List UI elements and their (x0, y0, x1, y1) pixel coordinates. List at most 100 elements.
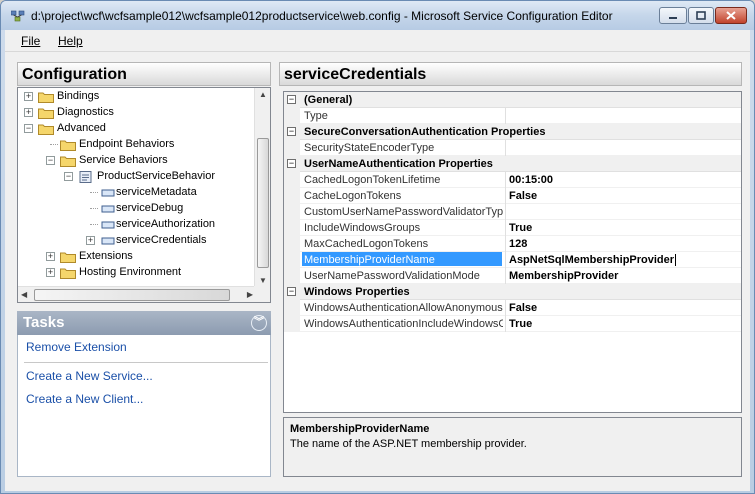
property-row[interactable]: MaxCachedLogonTokens 128 (284, 236, 741, 252)
tree-item-label: serviceCredentials (116, 234, 207, 246)
title-bar[interactable]: d:\project\wcf\wcfsample012\wcfsample012… (1, 1, 754, 30)
column-divider[interactable] (505, 300, 506, 316)
row-gutter (284, 172, 300, 188)
maximize-button[interactable] (688, 7, 714, 24)
property-row[interactable]: SecurityStateEncoderType (284, 140, 741, 156)
tasks-header: Tasks ︾ (17, 311, 271, 335)
property-value[interactable]: True (509, 222, 741, 234)
tree-item-label: Hosting Environment (79, 266, 182, 278)
tree-connector (90, 224, 98, 225)
tree-item-diagnostics[interactable]: + Diagnostics (18, 105, 254, 121)
property-value[interactable]: False (509, 302, 741, 314)
configuration-tree[interactable]: + Bindings + Diagnostics − Advanced Endpoint B… (17, 87, 271, 303)
property-name: WindowsAuthenticationIncludeWindowsGroup… (304, 318, 503, 330)
collapse-icon[interactable]: − (287, 95, 296, 104)
menu-file[interactable]: File (21, 34, 40, 48)
expand-icon[interactable]: + (24, 92, 33, 101)
column-divider[interactable] (505, 268, 506, 284)
menu-help[interactable]: Help (58, 34, 83, 48)
tree-item-service-behaviors[interactable]: − Service Behaviors (18, 153, 254, 169)
tree-item-advanced[interactable]: − Advanced (18, 121, 254, 137)
collapse-icon[interactable]: − (64, 172, 73, 181)
expand-icon[interactable]: + (46, 268, 55, 277)
property-row[interactable]: MembershipProviderName AspNetSqlMembershi… (284, 252, 741, 268)
collapse-icon[interactable]: − (24, 124, 33, 133)
category-label: Windows Properties (304, 286, 410, 298)
create-new-service-link[interactable]: Create a New Service... (26, 369, 153, 383)
collapse-icon[interactable]: − (46, 156, 55, 165)
column-divider[interactable] (505, 220, 506, 236)
expand-icon[interactable]: + (86, 236, 95, 245)
tree-item-product-service-behavior[interactable]: − ProductServiceBehavior (18, 169, 254, 185)
property-value-text: True (509, 222, 533, 234)
property-row[interactable]: Type (284, 108, 741, 124)
tree-horizontal-scrollbar[interactable]: ◀ ▶ (18, 286, 256, 302)
property-value[interactable]: MembershipProvider (509, 270, 741, 282)
property-category[interactable]: − SecureConversationAuthentication Proper… (284, 124, 741, 140)
scroll-down-icon[interactable]: ▼ (259, 276, 267, 285)
property-row[interactable]: WindowsAuthenticationAllowAnonymousLogon… (284, 300, 741, 316)
property-value[interactable]: False (509, 190, 741, 202)
tasks-panel: Remove Extension Create a New Service...… (17, 335, 271, 477)
tree-connector (90, 208, 98, 209)
column-divider[interactable] (505, 236, 506, 252)
folder-icon (60, 252, 76, 263)
property-row[interactable]: CacheLogonTokens False (284, 188, 741, 204)
property-category[interactable]: − (General) (284, 92, 741, 108)
collapse-icon[interactable]: − (287, 159, 296, 168)
expand-icon[interactable]: + (24, 108, 33, 117)
column-divider[interactable] (505, 108, 506, 124)
tree-connector (50, 144, 58, 145)
create-new-client-link[interactable]: Create a New Client... (26, 392, 143, 406)
folder-icon (60, 140, 76, 151)
tree-item-service-debug[interactable]: serviceDebug (18, 201, 254, 217)
tree-item-service-credentials[interactable]: + serviceCredentials (18, 233, 254, 249)
scroll-up-icon[interactable]: ▲ (259, 90, 267, 99)
property-row[interactable]: CustomUserNamePasswordValidatorType (284, 204, 741, 220)
property-row[interactable]: CachedLogonTokenLifetime 00:15:00 (284, 172, 741, 188)
property-value[interactable]: True (509, 318, 741, 330)
scroll-thumb-horizontal[interactable] (34, 289, 230, 301)
column-divider[interactable] (505, 172, 506, 188)
column-divider[interactable] (505, 316, 506, 332)
close-button[interactable] (715, 7, 747, 24)
collapse-icon[interactable]: − (287, 287, 296, 296)
column-divider[interactable] (505, 204, 506, 220)
property-value-editor[interactable]: AspNetSqlMembershipProvider (509, 254, 741, 267)
row-gutter (284, 252, 300, 268)
tree-item-label: serviceDebug (116, 202, 184, 214)
collapse-icon[interactable]: − (287, 127, 296, 136)
scroll-right-icon[interactable]: ▶ (247, 290, 253, 299)
property-name: CacheLogonTokens (304, 190, 402, 202)
tree-item-bindings[interactable]: + Bindings (18, 89, 254, 105)
property-grid[interactable]: − (General) Type − SecureConversationAuthent… (283, 91, 742, 413)
property-row[interactable]: WindowsAuthenticationIncludeWindowsGroup… (284, 316, 741, 332)
tree-item-service-authorization[interactable]: serviceAuthorization (18, 217, 254, 233)
property-value-text: 128 (509, 238, 528, 250)
remove-extension-link[interactable]: Remove Extension (26, 340, 127, 354)
property-name: MaxCachedLogonTokens (304, 238, 429, 250)
column-divider[interactable] (505, 188, 506, 204)
tree-vertical-scrollbar[interactable]: ▲ ▼ (254, 88, 270, 287)
property-value[interactable]: 128 (509, 238, 741, 250)
collapse-chevron-icon[interactable]: ︾ (251, 315, 267, 331)
column-divider[interactable] (505, 252, 506, 268)
property-category[interactable]: − Windows Properties (284, 284, 741, 300)
tree-viewport: + Bindings + Diagnostics − Advanced Endpoint B… (18, 88, 256, 287)
tree-item-endpoint-behaviors[interactable]: Endpoint Behaviors (18, 137, 254, 153)
property-value-text: False (509, 302, 538, 314)
scroll-thumb[interactable] (257, 138, 269, 268)
scroll-left-icon[interactable]: ◀ (21, 290, 27, 299)
property-category[interactable]: − UserNameAuthentication Properties (284, 156, 741, 172)
tree-item-extensions[interactable]: + Extensions (18, 249, 254, 265)
property-value[interactable]: 00:15:00 (509, 174, 741, 186)
property-row[interactable]: UserNamePasswordValidationMode Membership… (284, 268, 741, 284)
tree-item-hosting-environment[interactable]: + Hosting Environment (18, 265, 254, 281)
expand-icon[interactable]: + (46, 252, 55, 261)
property-row[interactable]: IncludeWindowsGroups True (284, 220, 741, 236)
row-gutter (284, 204, 300, 220)
tree-item-label: serviceAuthorization (116, 218, 216, 230)
minimize-button[interactable] (659, 7, 687, 24)
tree-item-service-metadata[interactable]: serviceMetadata (18, 185, 254, 201)
column-divider[interactable] (505, 140, 506, 156)
